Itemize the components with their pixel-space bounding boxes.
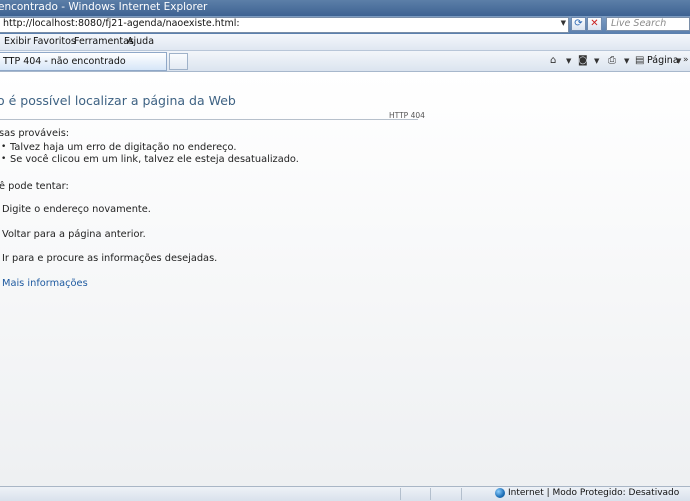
status-bar: Internet | Modo Protegido: Desativado — [0, 486, 690, 501]
window-title: encontrado - Windows Internet Explorer — [0, 1, 208, 13]
address-url[interactable]: http://localhost:8080/fj21-agenda/naoexi… — [3, 18, 240, 29]
refresh-icon[interactable]: ⟳ — [571, 17, 586, 31]
security-zone[interactable]: Internet | Modo Protegido: Desativado — [508, 488, 679, 498]
search-placeholder: Live Search — [611, 18, 667, 29]
menu-favoritos[interactable]: Favoritos — [33, 36, 76, 47]
action-go-back[interactable]: Voltar para a página anterior. — [2, 229, 146, 240]
feeds-icon[interactable]: ◙ — [578, 55, 588, 66]
stop-icon[interactable]: ✕ — [587, 17, 602, 31]
action-go-to: Ir para e procure as informações desejad… — [2, 253, 218, 264]
page-icon[interactable]: ▤ — [635, 55, 644, 66]
feeds-dropdown-icon[interactable]: ▼ — [594, 57, 599, 65]
title-divider — [0, 119, 418, 120]
menu-exibir[interactable]: Exibir — [4, 36, 31, 47]
page-menu-label[interactable]: Página — [647, 55, 679, 66]
home-dropdown-icon[interactable]: ▼ — [566, 57, 571, 65]
status-divider — [430, 488, 431, 500]
menu-ajuda[interactable]: Ajuda — [127, 36, 154, 47]
cause-item: Talvez haja um erro de digitação no ende… — [10, 142, 237, 153]
more-info-link[interactable]: Mais informações — [2, 278, 88, 289]
home-icon[interactable]: ⌂ — [550, 55, 556, 66]
try-heading: ê pode tentar: — [0, 181, 69, 192]
search-input[interactable]: Live Search — [606, 17, 690, 31]
title-bar: encontrado - Windows Internet Explorer — [0, 0, 690, 16]
menu-ferramentas[interactable]: Ferramentas — [74, 36, 134, 47]
page-content — [0, 72, 690, 486]
address-bar[interactable]: http://localhost:8080/fj21-agenda/naoexi… — [0, 17, 569, 33]
cause-item: Se você clicou em um link, talvez ele es… — [10, 154, 299, 165]
status-divider — [400, 488, 401, 500]
page-dropdown-icon[interactable]: ▼ — [676, 57, 681, 65]
print-icon[interactable]: ⎙ — [608, 55, 616, 66]
new-tab-button[interactable] — [169, 53, 188, 70]
http-code: HTTP 404 — [389, 111, 425, 120]
chevron-right-icon[interactable]: » — [683, 55, 689, 65]
tab-label: TTP 404 - não encontrado — [3, 56, 126, 67]
action-retype: Digite o endereço novamente. — [2, 204, 151, 215]
print-dropdown-icon[interactable]: ▼ — [624, 57, 629, 65]
menu-bar: Exibir Favoritos Ferramentas Ajuda — [0, 34, 690, 51]
globe-icon — [495, 488, 505, 498]
tab-current[interactable]: TTP 404 - não encontrado — [0, 52, 167, 71]
address-row: http://localhost:8080/fj21-agenda/naoexi… — [0, 16, 690, 34]
address-dropdown-icon[interactable]: ▼ — [561, 19, 566, 27]
bullet-icon: • — [1, 142, 7, 152]
status-divider — [461, 488, 462, 500]
causes-heading: sas prováveis: — [0, 128, 70, 139]
error-title: o é possível localizar a página da Web — [0, 93, 236, 108]
bullet-icon: • — [1, 154, 7, 164]
